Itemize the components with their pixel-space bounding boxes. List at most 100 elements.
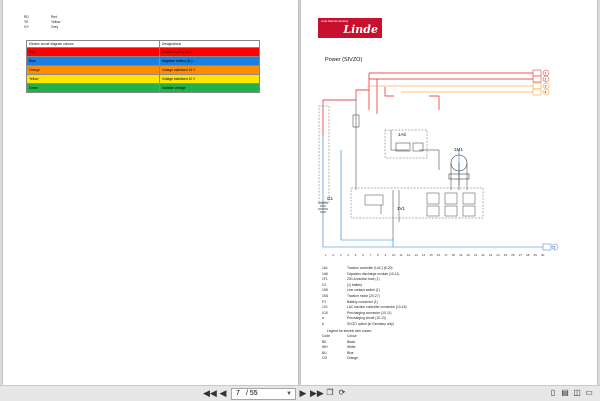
igbt-phase-u: [426, 192, 440, 205]
legend-row: b SIVZO option (in Germany only): [322, 321, 407, 329]
ruler-number: 20: [467, 253, 471, 257]
legend-key: OG: [322, 355, 328, 360]
ruler-number: 26: [511, 253, 515, 257]
table-cell-colour: Red: [26, 47, 160, 57]
component-legend: 1A1 Traction controller (LAC) (5-20) 1A6 C…: [322, 266, 407, 329]
next-page-icon[interactable]: ▶: [298, 387, 308, 399]
table-cell-colour: Yellow: [26, 74, 160, 84]
igbt-phase-w-low: [462, 205, 476, 217]
table-cell-colour: Blue: [26, 56, 160, 66]
marker-label: 2: [545, 77, 547, 81]
chevron-down-icon[interactable]: ▼: [286, 389, 292, 399]
table-cell-colour: Orange: [26, 65, 160, 75]
ruler-number: 22: [481, 253, 485, 257]
wire-red: [429, 95, 440, 110]
ruler-number: 17: [444, 253, 448, 257]
igbt-phase-v-low: [444, 205, 458, 217]
table-cell-designation: Voltage stabilised 15 V: [159, 65, 260, 75]
label-1m1: 1M1: [454, 147, 463, 152]
circuit-colour-table: Electric circuit diagram colours Designa…: [26, 40, 260, 93]
ruler-number: 11: [400, 253, 403, 257]
single-page-view-icon[interactable]: ▯: [548, 387, 558, 399]
current-page[interactable]: 7: [236, 389, 240, 399]
wire-red: [384, 87, 394, 97]
color-code: GY: [24, 24, 29, 29]
table-row: Blue Negative battery (B-): [26, 56, 260, 66]
ruler-number: 7: [370, 253, 372, 257]
ruler-number: 25: [504, 253, 508, 257]
wiring-schematic: 1A6 1M1 G1 1V1 1 2 3 4 5 1 2 3 4 5 6 7 8 9 10 11 12…: [318, 69, 559, 257]
wire-black: [419, 149, 440, 170]
igbt-phase-u-low: [426, 205, 440, 217]
controller-capacitor: [364, 194, 384, 206]
igbt-phase-w: [462, 192, 476, 205]
offpage-marker: [532, 88, 542, 96]
ruler-number: 5: [355, 253, 357, 257]
ruler-number: 28: [526, 253, 530, 257]
ruler-number: 4: [347, 253, 349, 257]
left-document-page: RD Red YE Yellow GY Grey Electric circuit d…: [3, 0, 298, 385]
table-cell-designation: Voltage stabilised 10 V: [159, 74, 260, 84]
prev-page-icon[interactable]: ◀: [218, 387, 228, 399]
total-pages: / 55: [246, 390, 258, 397]
legend-value: SIVZO option (in Germany only): [347, 321, 394, 326]
color-code-row: GY Grey: [24, 24, 60, 31]
marker-label: 1: [545, 71, 547, 75]
legend-key: b: [322, 321, 324, 326]
page-number-field[interactable]: 7 / 55 ▼: [231, 388, 296, 400]
ruler-number: 6: [362, 253, 364, 257]
wire-blue: [340, 150, 394, 247]
label-1v1: 1V1: [397, 206, 406, 211]
ruler-number: 19: [459, 253, 463, 257]
igbt-phase-v: [444, 192, 458, 205]
table-row: Yellow Voltage stabilised 10 V: [26, 74, 260, 84]
fit-page-icon[interactable]: ▭: [584, 387, 594, 399]
ruler-number: 29: [534, 253, 538, 257]
rotate-icon[interactable]: ⟳: [337, 387, 347, 399]
ruler-number: 24: [496, 253, 500, 257]
ruler-number: 18: [452, 253, 456, 257]
ruler-number: 12: [407, 253, 411, 257]
table-header-cell: Designations: [159, 40, 260, 48]
ruler-number: 2: [332, 253, 334, 257]
first-page-icon[interactable]: ◀◀: [203, 387, 217, 399]
ruler-number: 30: [541, 253, 545, 257]
ruler-number: 13: [414, 253, 418, 257]
color-code-list: RD Red YE Yellow GY Grey: [24, 15, 60, 31]
marker-label: 3: [545, 84, 547, 88]
table-cell-designation: Variable voltage: [159, 83, 260, 93]
table-row: Green Variable voltage: [26, 83, 260, 93]
offpage-marker: [532, 75, 542, 83]
ruler-number: 9: [385, 253, 387, 257]
ruler-number: 15: [429, 253, 433, 257]
offpage-marker: [542, 243, 552, 251]
color-name: Grey: [51, 24, 59, 29]
offpage-marker: [532, 82, 542, 90]
legend-row: OG Orange: [322, 355, 372, 362]
option-box: [318, 105, 330, 203]
marker-group: [532, 69, 542, 83]
two-page-view-icon[interactable]: ◫: [572, 387, 582, 399]
ruler-number: 1: [325, 253, 327, 257]
right-document-page: Linde Material Handling Linde Power (SIV…: [301, 0, 597, 385]
wire-red: [322, 89, 369, 135]
ruler-number: 16: [437, 253, 441, 257]
ruler-number: 8: [377, 253, 379, 257]
last-page-icon[interactable]: ▶▶: [310, 387, 324, 399]
wire-code-legend: Legend for electric wire codes: Code Colo…: [322, 329, 372, 362]
ruler-number: 23: [489, 253, 493, 257]
table-cell-designation: Positive battery (B+): [159, 47, 260, 57]
ruler-number: 10: [392, 253, 396, 257]
table-header-cell: Electric circuit diagram colours: [26, 40, 160, 48]
table-cell-designation: Negative battery (B-): [159, 56, 260, 66]
column-ruler: 1 2 3 4 5 6 7 8 9 10 11 12 13 14 15 16 17 18 19 20 21 22 23 24 2…: [325, 253, 545, 257]
marker-label: 5: [554, 245, 556, 249]
ruler-number: 14: [422, 253, 426, 257]
continuous-view-icon[interactable]: ▤: [560, 387, 570, 399]
label-1a6: 1A6: [398, 132, 407, 137]
table-row: Red Positive battery (B+): [26, 47, 260, 57]
ruler-number: 27: [519, 253, 523, 257]
label-g1: G1: [327, 196, 334, 201]
viewer-toolbar: ◀◀ ◀ 7 / 55 ▼ ▶ ▶▶ ❐ ⟳ ▯ ▤ ◫ ▭: [0, 385, 600, 401]
copy-icon[interactable]: ❐: [325, 387, 335, 399]
